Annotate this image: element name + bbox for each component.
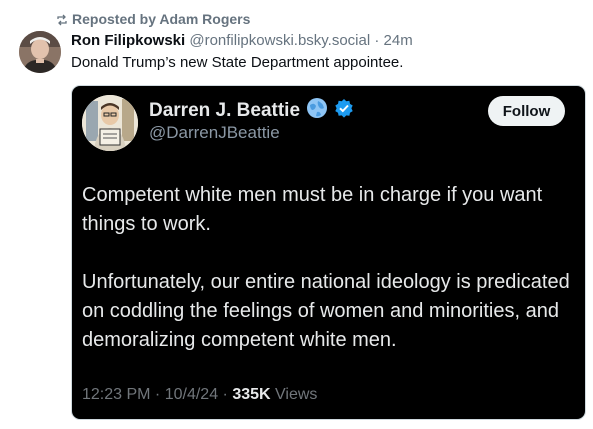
embed-name-row: Darren J. Beattie [149,97,354,125]
post-text: Donald Trump’s new State Department appo… [71,54,404,71]
embed-author-handle: @DarrenJBeattie [149,123,280,142]
embed-views-count: 335K [232,386,271,403]
embed-author-avatar [82,95,138,151]
repost-indicator[interactable]: Reposted by Adam Rogers [56,11,250,27]
embed-tweet-text: Competent white men must be in charge if… [82,181,577,355]
tweet-paragraph: Competent white men must be in charge if… [82,184,543,235]
embed-author-name: Darren J. Beattie [149,100,301,121]
post-timestamp[interactable]: 24m [384,32,413,49]
embedded-tweet-image[interactable]: Darren J. Beattie @DarrenJBeattie Follow… [71,85,586,420]
follow-button: Follow [488,96,565,126]
post-header: Ron Filipkowski @ronfilipkowski.bsky.soc… [71,32,413,49]
post-author-handle[interactable]: @ronfilipkowski.bsky.social [189,32,370,49]
meta-separator: · [218,386,233,403]
meta-separator: · [150,386,165,403]
embed-tweet-date: 10/4/24 [164,386,219,403]
repost-icon [56,13,68,26]
post-time-separator: · [370,32,384,49]
verified-badge-icon [334,98,354,124]
embed-views-label: Views [270,386,318,403]
post-author-avatar[interactable] [19,31,61,73]
tweet-paragraph: Unfortunately, our entire national ideol… [82,271,570,351]
post-author-name[interactable]: Ron Filipkowski [71,32,185,49]
repost-label: Reposted by Adam Rogers [72,11,251,27]
embed-tweet-meta: 12:23 PM · 10/4/24 · 335K Views [82,386,317,404]
globe-icon [306,97,328,125]
embed-tweet-time: 12:23 PM [82,386,151,403]
